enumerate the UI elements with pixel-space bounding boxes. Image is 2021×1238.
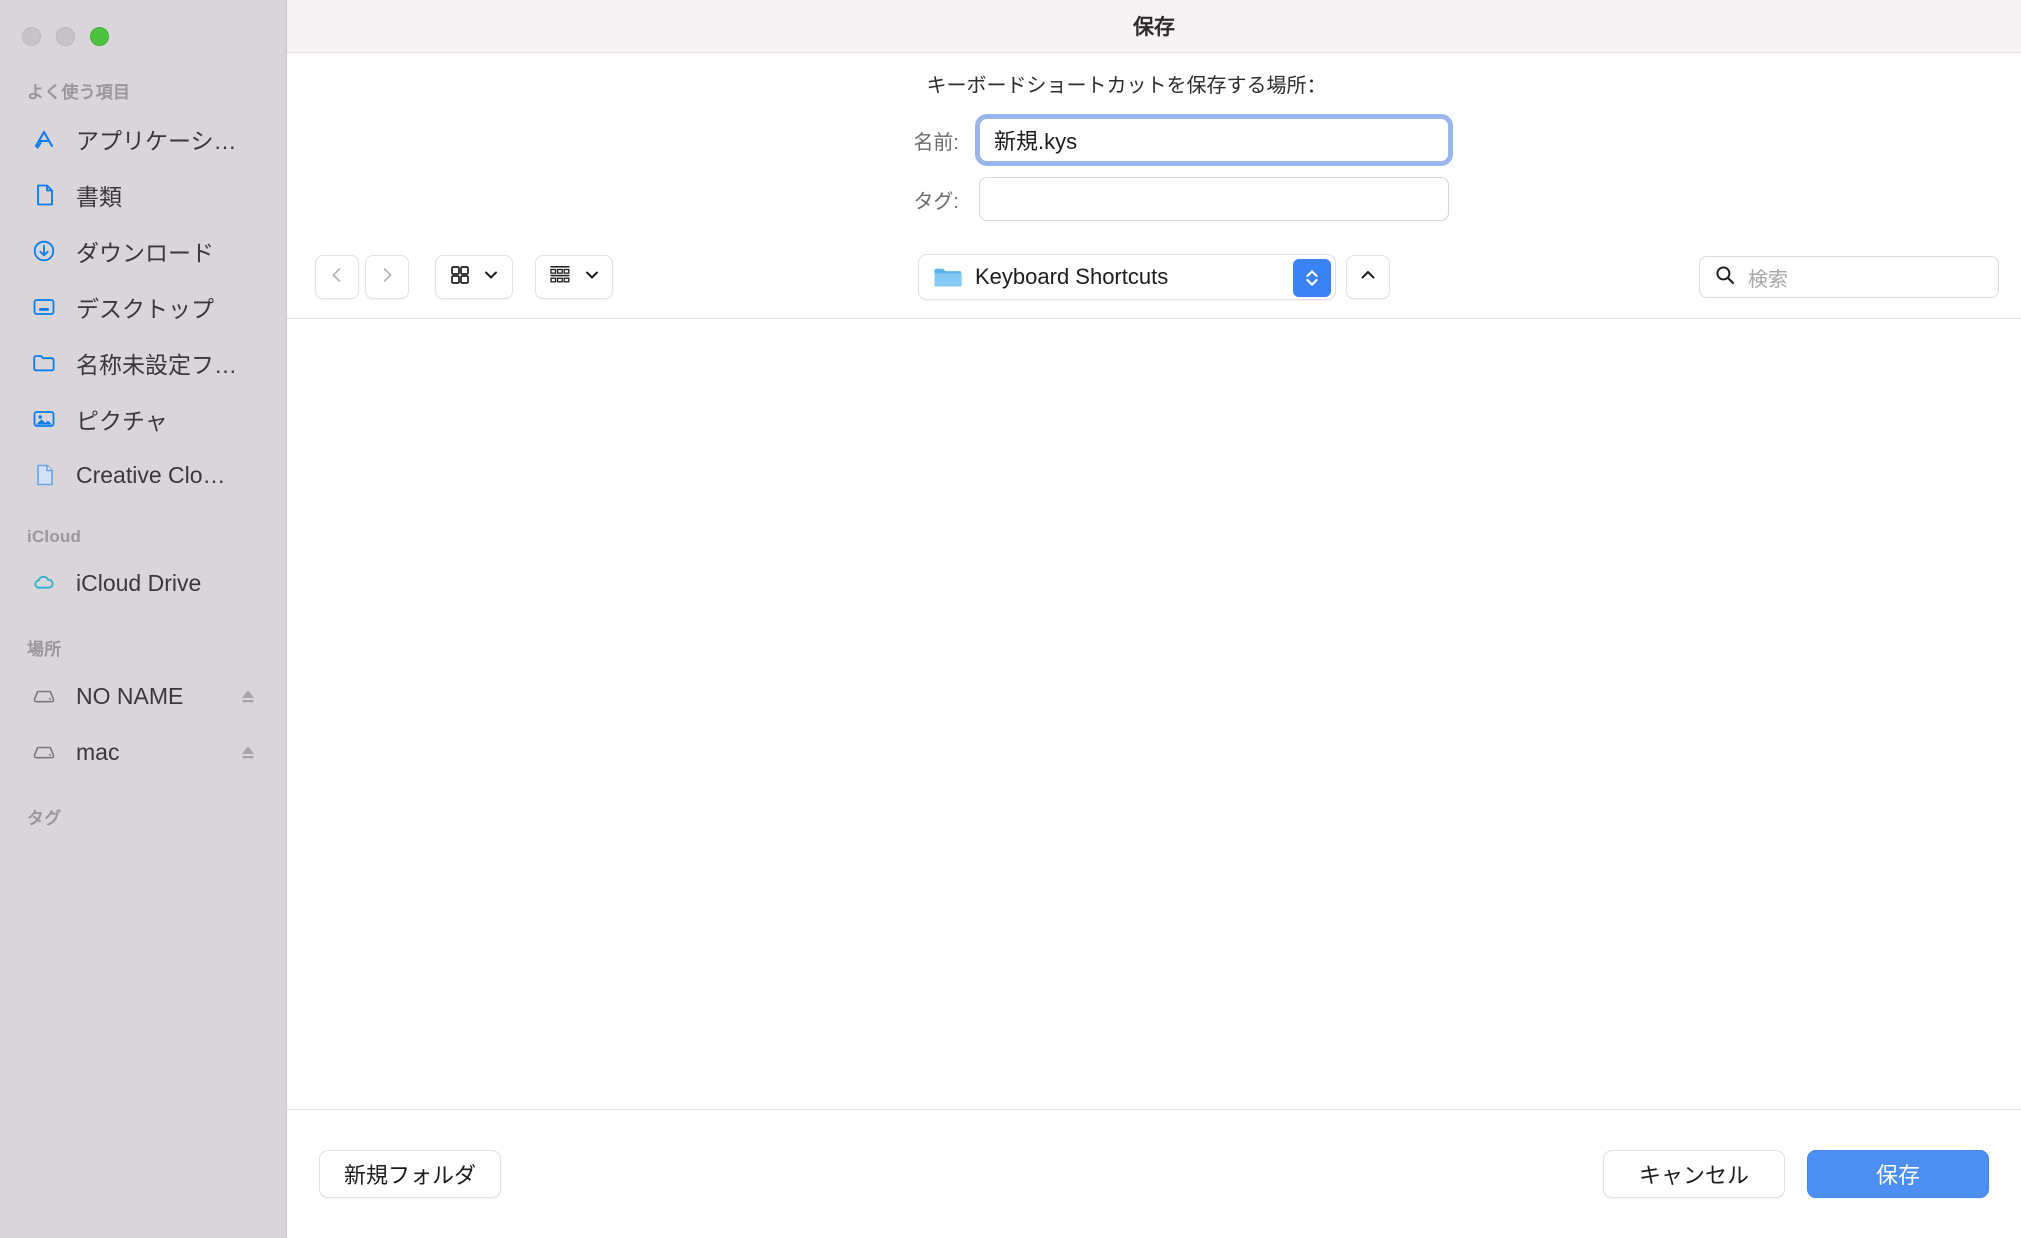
search-input[interactable]: 検索 [1699, 256, 1999, 298]
sidebar-group-title-locations: 場所 [27, 640, 62, 659]
sidebar-item-mac[interactable]: mac [0, 724, 286, 780]
collapse-dialog-button[interactable] [1346, 255, 1390, 299]
destination-folder-popup[interactable]: Keyboard Shortcuts [918, 254, 1336, 300]
sidebar-item-label: mac [76, 738, 120, 765]
desktop-icon [30, 293, 58, 321]
cancel-label: キャンセル [1638, 1163, 1749, 1188]
chevron-down-icon [483, 267, 499, 288]
destination-folder-label: Keyboard Shortcuts [975, 264, 1169, 289]
save-label: 保存 [1875, 1163, 1920, 1188]
file-icon [30, 461, 58, 489]
name-input[interactable]: 新規.kys [979, 118, 1449, 162]
up-down-stepper-icon[interactable] [1293, 259, 1331, 297]
cancel-button[interactable]: キャンセル [1603, 1150, 1785, 1198]
file-browser-list[interactable] [287, 319, 2021, 1109]
title-bar: 保存 [287, 0, 2021, 53]
sidebar-item-label: Creative Clo… [76, 461, 226, 488]
footer-action-group: キャンセル 保存 [1603, 1150, 1989, 1198]
save-dialog-window: よく使う項目 アプリケーシ… 書類 ダウンロード デスクトップ 名称未設定フ… … [0, 0, 2021, 1238]
main-pane: 保存 キーボードショートカットを保存する場所： 名前: 新規.kys タグ: K… [287, 0, 2021, 1238]
name-field-label: 名前: [913, 131, 959, 154]
traffic-light-group [0, 0, 286, 54]
new-folder-label: 新規フォルダ [343, 1163, 476, 1188]
sidebar-item-pictures[interactable]: ピクチャ [0, 391, 286, 447]
sidebar: よく使う項目 アプリケーシ… 書類 ダウンロード デスクトップ 名称未設定フ… … [0, 0, 287, 1238]
sidebar-item-desktop[interactable]: デスクトップ [0, 279, 286, 335]
sidebar-item-label: アプリケーシ… [76, 128, 237, 154]
disk-icon [30, 682, 58, 710]
sidebar-group-title-favorites: よく使う項目 [27, 83, 131, 102]
sidebar-item-untitled-folder[interactable]: 名称未設定フ… [0, 335, 286, 391]
tag-input[interactable] [979, 177, 1449, 221]
save-header: キーボードショートカットを保存する場所： 名前: 新規.kys タグ: [287, 53, 2021, 236]
view-controls-group [435, 255, 613, 299]
chevron-down-icon [584, 267, 600, 288]
sidebar-item-label: ダウンロード [76, 240, 214, 266]
sidebar-item-label: デスクトップ [76, 296, 214, 322]
folder-icon [30, 349, 58, 377]
sidebar-item-documents[interactable]: 書類 [0, 167, 286, 223]
blue-folder-icon [933, 265, 963, 289]
minimize-button[interactable] [56, 26, 75, 46]
applications-icon [30, 125, 58, 153]
maximize-button[interactable] [90, 26, 109, 46]
downloads-icon [30, 237, 58, 265]
tag-field-row: タグ: [287, 177, 2021, 221]
sidebar-item-no-name[interactable]: NO NAME [0, 668, 286, 724]
sidebar-item-label: NO NAME [76, 682, 184, 709]
new-folder-button[interactable]: 新規フォルダ [319, 1150, 501, 1198]
chevron-up-icon [1358, 265, 1378, 290]
pictures-icon [30, 405, 58, 433]
finder-toolbar: Keyboard Shortcuts 検索 [287, 236, 2021, 318]
save-button[interactable]: 保存 [1807, 1150, 1989, 1198]
search-placeholder: 検索 [1748, 268, 1788, 291]
sidebar-item-label: ピクチャ [76, 408, 168, 434]
sidebar-item-creative-cloud[interactable]: Creative Clo… [0, 447, 286, 503]
cloud-icon [30, 569, 58, 597]
chevron-left-icon [327, 265, 347, 290]
chevron-right-icon [377, 265, 397, 290]
sidebar-item-icloud-drive[interactable]: iCloud Drive [0, 555, 286, 611]
sidebar-item-label: iCloud Drive [76, 569, 202, 596]
name-input-value: 新規.kys [994, 129, 1078, 154]
sidebar-item-applications[interactable]: アプリケーシ… [0, 111, 286, 167]
save-prompt: キーボードショートカットを保存する場所： [926, 75, 1327, 97]
sidebar-group-title-tags: タグ [27, 809, 62, 828]
navigation-button-group [315, 255, 409, 299]
group-by-icon [548, 264, 572, 291]
dialog-footer: 新規フォルダ キャンセル 保存 [287, 1110, 2021, 1238]
forward-button[interactable] [365, 255, 409, 299]
page-title: 保存 [1133, 16, 1175, 39]
sidebar-item-label: 書類 [76, 184, 122, 210]
eject-icon[interactable] [237, 685, 259, 707]
grid-view-icon [449, 264, 471, 291]
eject-icon[interactable] [237, 741, 259, 763]
view-mode-button[interactable] [435, 255, 513, 299]
path-controls-group: Keyboard Shortcuts [918, 254, 1390, 300]
search-icon [1714, 264, 1736, 291]
sidebar-item-downloads[interactable]: ダウンロード [0, 223, 286, 279]
group-by-button[interactable] [535, 255, 613, 299]
tag-field-label: タグ: [913, 190, 959, 213]
sidebar-item-label: 名称未設定フ… [76, 352, 237, 378]
close-button[interactable] [22, 26, 41, 46]
back-button[interactable] [315, 255, 359, 299]
name-field-row: 名前: 新規.kys [287, 118, 2021, 162]
document-icon [30, 181, 58, 209]
disk-icon [30, 738, 58, 766]
sidebar-group-title-icloud: iCloud [27, 527, 82, 546]
